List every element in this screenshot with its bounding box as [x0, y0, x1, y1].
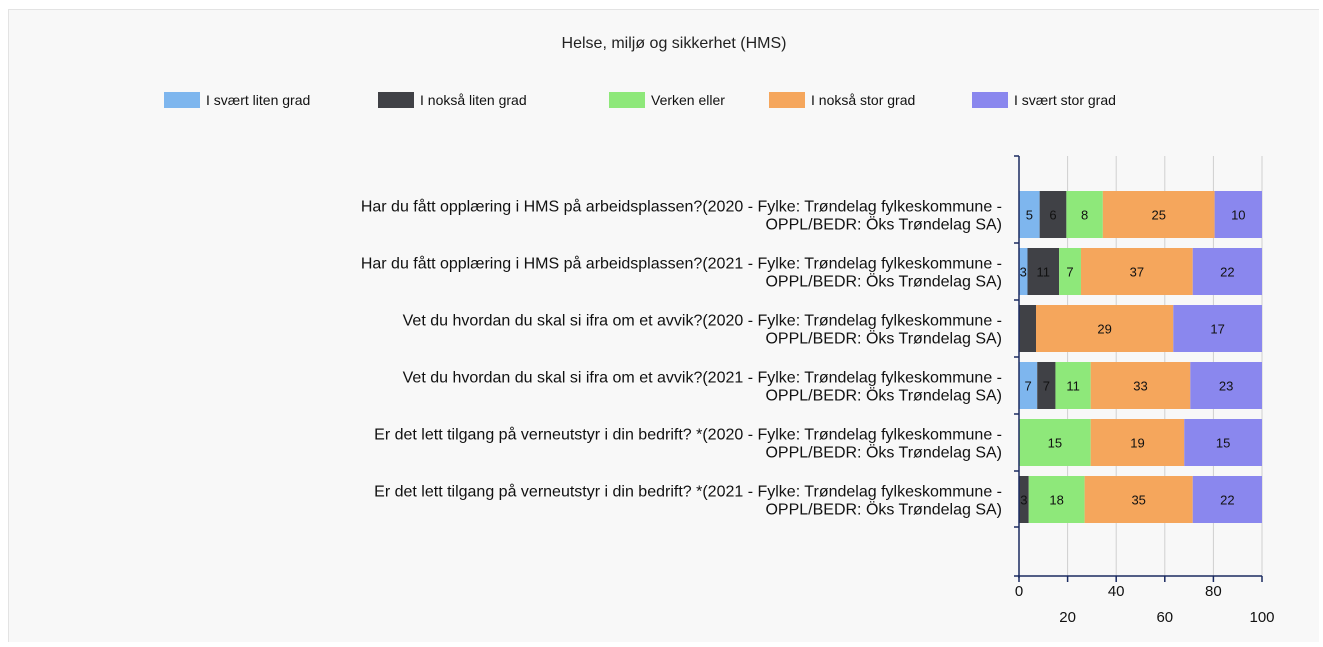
legend: I svært liten grad I nokså liten grad Verk…: [164, 92, 1116, 108]
bar-value-label: 15: [1048, 436, 1062, 451]
bar-segment: [1019, 305, 1037, 352]
bar-value-label: 7: [1043, 379, 1050, 394]
bar-value-label: 8: [1081, 208, 1088, 223]
legend-swatch: [609, 92, 645, 108]
bar-value-label: 15: [1216, 436, 1230, 451]
category-label-line2: OPPL/BEDR: Öks Trøndelag SA): [765, 444, 1002, 462]
bar-value-label: 23: [1219, 379, 1233, 394]
bar-value-label: 10: [1231, 208, 1245, 223]
bars: 5 6 8 25 103 11 7 37 2229 177 7 11 33 2315 19 153 18 35 22: [1019, 191, 1262, 523]
x-tick-label: 0: [1015, 583, 1023, 600]
category-label-line1: Har du fått opplæring i HMS på arbeidspl…: [361, 198, 1002, 216]
category-label-line1: Er det lett tilgang på verneutstyr i din…: [374, 426, 1002, 444]
bar-value-label: 11: [1037, 265, 1051, 280]
category-label-line1: Har du fått opplæring i HMS på arbeidspl…: [361, 255, 1002, 273]
bar-value-label: 6: [1049, 208, 1056, 223]
bar-value-label: 25: [1151, 208, 1165, 223]
x-tick-label: 80: [1205, 583, 1222, 600]
bar-value-label: 18: [1049, 493, 1063, 508]
legend-swatch: [164, 92, 200, 108]
bar-value-label: 7: [1066, 265, 1073, 280]
x-tick-label: 100: [1249, 609, 1274, 626]
legend-label: I nokså liten grad: [420, 92, 527, 108]
x-tick-label: 60: [1156, 609, 1173, 626]
bar-value-label: 29: [1097, 322, 1111, 337]
bar-value-label: 5: [1026, 208, 1033, 223]
category-label-line2: OPPL/BEDR: Öks Trøndelag SA): [765, 501, 1002, 519]
category-label-line2: OPPL/BEDR: Öks Trøndelag SA): [765, 387, 1002, 405]
chart-frame: Helse, miljø og sikkerhet (HMS) I svært …: [8, 9, 1319, 642]
bar-value-label: 3: [1020, 493, 1027, 508]
chart-title: Helse, miljø og sikkerhet (HMS): [562, 35, 787, 52]
legend-swatch: [378, 92, 414, 108]
category-labels: Har du fått opplæring i HMS på arbeidspl…: [361, 198, 1002, 519]
bar-value-label: 35: [1131, 493, 1145, 508]
legend-label: I svært liten grad: [206, 92, 310, 108]
category-label-line2: OPPL/BEDR: Öks Trøndelag SA): [765, 330, 1002, 348]
category-label-line2: OPPL/BEDR: Öks Trøndelag SA): [765, 273, 1002, 291]
legend-label: I svært stor grad: [1014, 92, 1116, 108]
category-label-line1: Vet du hvordan du skal si ifra om et avv…: [403, 370, 1002, 387]
category-label-line1: Vet du hvordan du skal si ifra om et avv…: [403, 313, 1002, 330]
category-label-line1: Er det lett tilgang på verneutstyr i din…: [374, 483, 1002, 501]
category-label-line2: OPPL/BEDR: Öks Trøndelag SA): [765, 216, 1002, 234]
chart-svg: Helse, miljø og sikkerhet (HMS) I svært …: [164, 35, 1275, 626]
bar-value-label: 37: [1130, 265, 1144, 280]
bar-value-label: 22: [1220, 265, 1234, 280]
bar-value-label: 17: [1210, 322, 1224, 337]
legend-label: Verken eller: [651, 92, 725, 108]
bar-value-label: 11: [1066, 379, 1080, 394]
x-tick-label: 20: [1059, 609, 1076, 626]
bar-value-label: 33: [1133, 379, 1147, 394]
bar-value-label: 22: [1220, 493, 1234, 508]
bar-value-label: 7: [1024, 379, 1031, 394]
legend-swatch: [769, 92, 805, 108]
legend-label: I nokså stor grad: [811, 92, 915, 108]
bar-value-label: 3: [1020, 265, 1027, 280]
legend-swatch: [972, 92, 1008, 108]
x-tick-label: 40: [1108, 583, 1125, 600]
bar-value-label: 19: [1130, 436, 1144, 451]
